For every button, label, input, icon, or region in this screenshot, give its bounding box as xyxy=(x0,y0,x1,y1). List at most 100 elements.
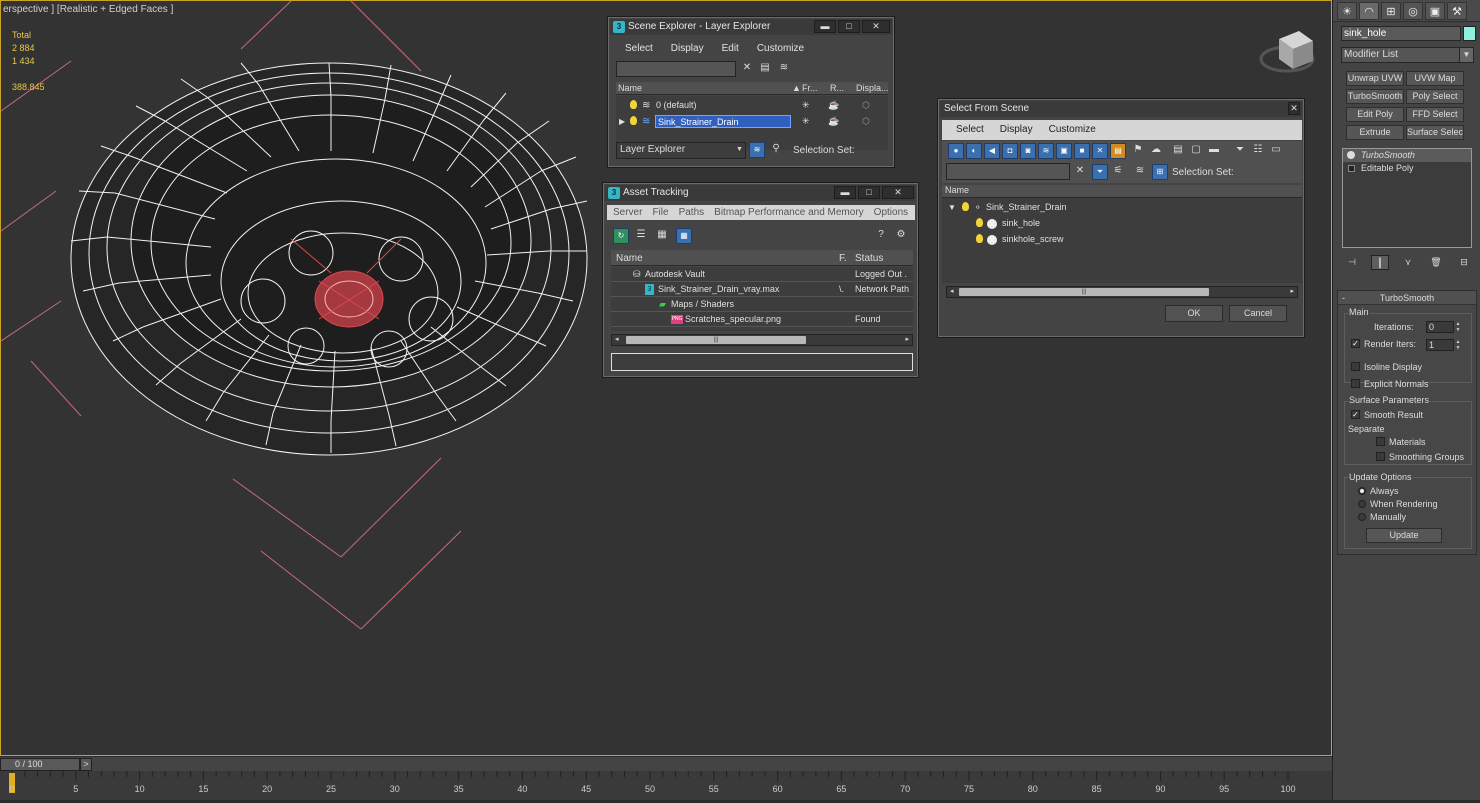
clear-search-icon[interactable]: ✕ xyxy=(739,61,755,77)
display-particles-icon[interactable]: ⚑ xyxy=(1130,143,1146,159)
make-unique-icon[interactable]: ⋎ xyxy=(1399,255,1417,270)
object-name-field[interactable]: sink_hole xyxy=(1341,26,1461,41)
next-frame-button[interactable]: > xyxy=(80,758,92,771)
hierarchy-icon[interactable]: ⊞ xyxy=(1152,164,1168,180)
search-input[interactable] xyxy=(616,61,736,77)
track-bar[interactable]: 0 5 10 15 20 25 30 35 40 45 50 55 60 65 70 75 80 85 90 95 10… xyxy=(0,771,1332,800)
display-containers-icon[interactable]: ▤ xyxy=(1110,143,1126,159)
smooth-result-checkbox[interactable]: ✓ xyxy=(1351,410,1360,419)
help-icon[interactable]: ? xyxy=(873,228,889,244)
table-row[interactable]: ⛁ Autodesk Vault Logged Out . xyxy=(611,267,913,282)
lightbulb-icon[interactable] xyxy=(630,100,637,109)
manually-radio[interactable] xyxy=(1358,513,1366,521)
display-lights-icon[interactable]: ◀ xyxy=(984,143,1000,159)
thumbnail-view-icon[interactable]: ▦ xyxy=(654,228,670,244)
render-iters-checkbox[interactable]: ✓ xyxy=(1351,339,1360,348)
lightbulb-icon[interactable] xyxy=(962,202,969,211)
menu-edit[interactable]: Edit xyxy=(722,43,739,54)
rollout-title[interactable]: - TurboSmooth xyxy=(1338,291,1476,305)
find-case-icon[interactable]: ☷ xyxy=(1250,143,1266,159)
menu-paths[interactable]: Paths xyxy=(679,205,705,220)
minimize-icon[interactable]: ▬ xyxy=(814,20,836,33)
select-from-scene-titlebar[interactable]: Select From Scene ✕ xyxy=(940,101,1302,117)
column-name[interactable]: Name xyxy=(945,185,969,195)
menu-display[interactable]: Display xyxy=(1000,120,1033,140)
asset-tracking-titlebar[interactable]: 3 Asset Tracking ▬ □ ✕ xyxy=(605,185,916,201)
ffd-select-button[interactable]: FFD Select xyxy=(1406,107,1464,122)
poly-select-button[interactable]: Poly Select xyxy=(1406,89,1464,104)
horizontal-scrollbar[interactable]: ◂ ||| ▸ xyxy=(946,286,1298,298)
display-all-icon[interactable]: ▤ xyxy=(1170,143,1186,159)
scroll-left-icon[interactable]: ◂ xyxy=(950,287,954,295)
when-rendering-radio[interactable] xyxy=(1358,500,1366,508)
display-bones-icon[interactable]: ✕ xyxy=(1092,143,1108,159)
menu-select[interactable]: Select xyxy=(625,43,653,54)
table-row[interactable]: ▰ Maps / Shaders xyxy=(611,297,913,312)
render-teapot-icon[interactable]: ☕ xyxy=(828,98,839,113)
layers-toggle-icon[interactable]: ≋ xyxy=(749,142,765,158)
scene-explorer-titlebar[interactable]: 3 Scene Explorer - Layer Explorer ▬ □ ✕ xyxy=(610,19,892,35)
stack-item-turbosmooth[interactable]: TurboSmooth xyxy=(1343,149,1471,162)
spinner-arrows-icon[interactable]: ▲ ▼ xyxy=(1454,321,1462,333)
column-render[interactable]: R... xyxy=(830,83,844,93)
list-view-icon[interactable]: ☰ xyxy=(633,228,649,244)
display-icon[interactable]: ▣ xyxy=(1425,2,1445,20)
spinner-arrows-icon[interactable]: ▲ ▼ xyxy=(1454,339,1462,351)
menu-options[interactable]: Options xyxy=(874,205,908,220)
select-filter-icon[interactable]: ⏷ xyxy=(1092,164,1108,180)
scroll-left-icon[interactable]: ◂ xyxy=(615,335,619,343)
cancel-button[interactable]: Cancel xyxy=(1229,305,1287,322)
configure-modifier-sets-icon[interactable]: ⊟ xyxy=(1455,255,1473,270)
uvw-map-button[interactable]: UVW Map xyxy=(1406,71,1464,86)
always-radio[interactable] xyxy=(1358,487,1366,495)
column-status[interactable]: Status xyxy=(855,252,883,266)
layers-icon[interactable]: ≋ xyxy=(776,61,792,77)
remove-modifier-icon[interactable]: 🗑 xyxy=(1427,255,1445,270)
motion-icon[interactable]: ◎ xyxy=(1403,2,1423,20)
update-button[interactable]: Update xyxy=(1366,528,1442,543)
column-f[interactable]: F. xyxy=(839,252,847,266)
extrude-button[interactable]: Extrude xyxy=(1346,125,1404,140)
smoothing-groups-checkbox[interactable] xyxy=(1376,452,1385,461)
display-frozen-icon[interactable]: ☁ xyxy=(1148,143,1164,159)
freeze-icon[interactable]: ✳ xyxy=(802,98,810,113)
modify-icon[interactable]: ◠ xyxy=(1359,2,1379,20)
asset-path-field[interactable] xyxy=(611,353,913,371)
menu-bitmap-performance[interactable]: Bitmap Performance and Memory xyxy=(714,205,864,220)
viewcube-icon[interactable] xyxy=(1259,31,1315,73)
menu-display[interactable]: Display xyxy=(671,43,704,54)
lightbulb-icon[interactable] xyxy=(976,218,983,227)
hierarchy-toggle-icon[interactable]: ⚲ xyxy=(768,142,784,158)
hierarchy-icon[interactable]: ⊞ xyxy=(1381,2,1401,20)
scrollbar-thumb[interactable]: ||| xyxy=(626,336,806,344)
lightbulb-icon[interactable] xyxy=(630,116,637,125)
scroll-right-icon[interactable]: ▸ xyxy=(905,335,909,343)
scrollbar-thumb[interactable]: ||| xyxy=(959,288,1209,296)
display-none-icon[interactable]: ▢ xyxy=(1188,143,1204,159)
display-spacewarps-icon[interactable]: ≋ xyxy=(1038,143,1054,159)
table-row[interactable]: 3 Sink_Strainer_Drain_vray.max \. Networ… xyxy=(611,282,913,297)
maximize-icon[interactable]: □ xyxy=(858,186,880,199)
filter-icon[interactable]: ▤ xyxy=(757,61,773,77)
stack-item-editable-poly[interactable]: Editable Poly xyxy=(1343,162,1471,175)
explorer-type-dropdown[interactable]: Layer Explorer xyxy=(616,142,746,159)
display-box-icon[interactable]: ⬡ xyxy=(862,98,870,113)
unwrap-uvw-button[interactable]: Unwrap UVW xyxy=(1346,71,1404,86)
expand-icon[interactable]: ▶ xyxy=(619,114,625,129)
minimize-icon[interactable]: ▬ xyxy=(834,186,856,199)
time-slider[interactable]: 0 / 100 xyxy=(0,758,80,771)
create-icon[interactable]: ☀ xyxy=(1337,2,1357,20)
layers-icon[interactable]: ≋ xyxy=(1132,164,1148,180)
close-icon[interactable]: ✕ xyxy=(862,20,890,33)
table-view-icon[interactable]: ▦ xyxy=(676,228,692,244)
menu-select[interactable]: Select xyxy=(956,120,984,140)
viewport-label[interactable]: erspective ] [Realistic + Edged Faces ] xyxy=(3,4,173,15)
close-icon[interactable]: ✕ xyxy=(1288,102,1300,115)
menu-server[interactable]: Server xyxy=(613,205,642,220)
display-geometry-icon[interactable]: ● xyxy=(948,143,964,159)
filter-icon[interactable]: ⏷ xyxy=(1232,143,1248,159)
close-icon[interactable]: ✕ xyxy=(882,186,914,199)
display-xrefs-icon[interactable]: ■ xyxy=(1074,143,1090,159)
display-groups-icon[interactable]: ▣ xyxy=(1056,143,1072,159)
invert-display-icon[interactable]: ▬ xyxy=(1206,143,1222,159)
